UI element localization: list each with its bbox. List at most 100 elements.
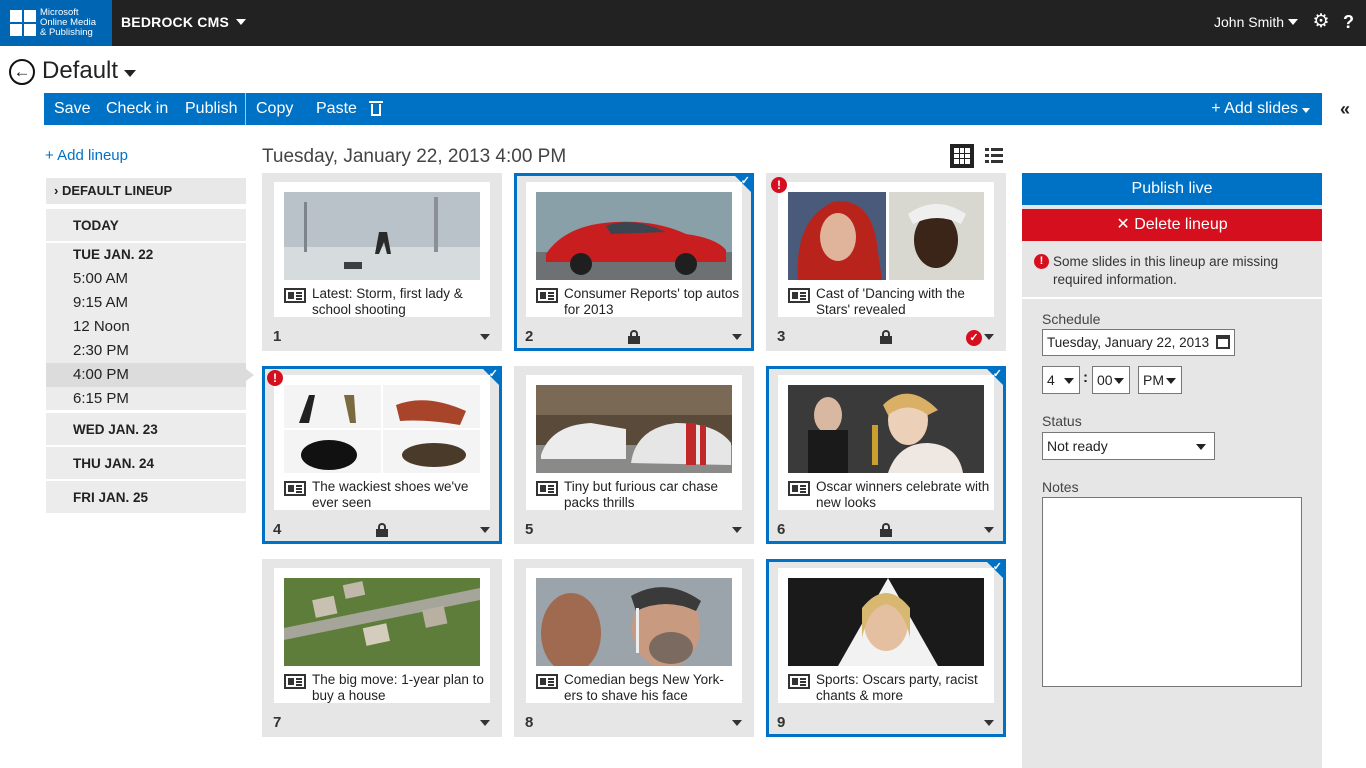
slide-card-selected[interactable]: ! ✓ The wackiest shoes we've ever seen 4 [262, 366, 502, 544]
day-header-thu[interactable]: THU JAN. 24 [46, 447, 246, 479]
article-icon [284, 288, 306, 303]
slide-card[interactable]: Tiny but furious car chase packs thrills… [514, 366, 754, 544]
chevron-down-icon[interactable] [732, 527, 742, 533]
calendar-icon[interactable] [1216, 335, 1230, 349]
slide-thumbnail [284, 385, 480, 473]
time-slot[interactable]: 12 Noon [46, 315, 246, 339]
check-in-button[interactable]: Check in [106, 100, 168, 118]
publish-live-button[interactable]: Publish live [1022, 173, 1322, 205]
slide-card-selected[interactable]: ✓ Oscar winners celebrate with new looks… [766, 366, 1006, 544]
warning-text: Some slides in this lineup are missing r… [1053, 254, 1279, 287]
day-header-today[interactable]: TODAY [46, 209, 246, 241]
user-name: John Smith [1214, 14, 1285, 30]
slide-thumbnail [284, 578, 480, 666]
app-switcher[interactable]: BEDROCK CMS [121, 14, 246, 30]
gear-icon[interactable]: ⚙ [1311, 12, 1331, 32]
day-header-fri[interactable]: FRI JAN. 25 [46, 481, 246, 513]
toolbar: Save Check in Publish Copy Paste + Add s… [44, 93, 1322, 125]
slide-caption: The wackiest shoes we've ever seen [312, 479, 469, 510]
schedule-date-field[interactable]: Tuesday, January 22, 2013 [1042, 329, 1235, 356]
chevron-down-icon[interactable] [984, 720, 994, 726]
add-slides-label: + Add slides [1211, 100, 1298, 117]
article-icon [788, 674, 810, 689]
lock-icon [376, 523, 388, 537]
user-menu[interactable]: John Smith [1214, 14, 1299, 30]
hour-select[interactable]: 4 [1042, 366, 1080, 394]
time-slot-selected[interactable]: 4:00 PM [46, 363, 254, 387]
article-icon [536, 674, 558, 689]
slide-card-selected[interactable]: ✓ Sports: Oscars party, racist chants & … [766, 559, 1006, 737]
chevron-down-icon[interactable] [480, 527, 490, 533]
chevron-down-icon[interactable] [732, 720, 742, 726]
publish-button[interactable]: Publish [185, 100, 237, 118]
error-icon: ! [771, 177, 787, 193]
delete-lineup-button[interactable]: ✕ Delete lineup [1022, 209, 1322, 241]
lock-icon [628, 330, 640, 344]
slide-card-selected[interactable]: ✓ Consumer Reports' top autos for 2013 2 [514, 173, 754, 351]
chevron-down-icon [1064, 378, 1074, 384]
page-title-dropdown[interactable]: Default [42, 57, 137, 85]
copy-button[interactable]: Copy [256, 100, 293, 118]
slide-card[interactable]: Comedian begs New York-ers to shave his … [514, 559, 754, 737]
day-group-wed: WED JAN. 23 [46, 413, 246, 445]
lineup-header[interactable]: › DEFAULT LINEUP [46, 178, 246, 204]
article-icon [284, 674, 306, 689]
status-select[interactable]: Not ready [1042, 432, 1215, 460]
chevron-down-icon [1166, 378, 1176, 384]
time-slot[interactable]: 9:15 AM [46, 291, 246, 315]
slide-card[interactable]: Latest: Storm, first lady & school shoot… [262, 173, 502, 351]
slide-number: 2 [525, 328, 534, 345]
ampm-select[interactable]: PM [1138, 366, 1182, 394]
back-arrow-icon[interactable]: ← [9, 59, 35, 85]
approved-check-icon: ✓ [966, 330, 982, 346]
app-name: BEDROCK CMS [121, 14, 229, 30]
chevron-down-icon[interactable] [480, 334, 490, 340]
chevron-down-icon [1114, 378, 1124, 384]
day-header-tue[interactable]: TUE JAN. 22 [46, 243, 246, 267]
chevron-down-icon[interactable] [984, 334, 994, 340]
add-lineup-link[interactable]: + Add lineup [45, 147, 128, 164]
slide-card[interactable]: ! Cast of 'Dancing with the Stars' revea… [766, 173, 1006, 351]
schedule-label: Schedule [1042, 311, 1101, 327]
time-slot[interactable]: 6:15 PM [46, 387, 246, 411]
minute-value: 00 [1097, 372, 1113, 388]
chevron-down-icon [1302, 108, 1310, 113]
slide-caption: Tiny but furious car chase packs thrills [564, 479, 719, 510]
brand-text: Microsoft Online Media & Publishing [40, 7, 96, 38]
error-icon: ! [1034, 254, 1049, 269]
slide-caption: Consumer Reports' top autos for 2013 [564, 286, 740, 317]
paste-button[interactable]: Paste [316, 100, 357, 118]
add-slides-button[interactable]: + Add slides [1211, 100, 1310, 118]
grid-view-icon[interactable] [950, 144, 974, 168]
slide-card[interactable]: The big move: 1-year plan to buy a house… [262, 559, 502, 737]
article-icon [536, 481, 558, 496]
slide-number: 6 [777, 521, 786, 538]
list-view-icon[interactable] [985, 148, 1003, 164]
chevron-down-icon[interactable] [732, 334, 742, 340]
day-header-wed[interactable]: WED JAN. 23 [46, 413, 246, 445]
time-slot[interactable]: 2:30 PM [46, 339, 246, 363]
lineup-date-heading: Tuesday, January 22, 2013 4:00 PM [262, 146, 567, 167]
slide-caption: Sports: Oscars party, racist chants & mo… [816, 672, 978, 703]
microsoft-brand-logo[interactable]: Microsoft Online Media & Publishing [0, 0, 112, 46]
toolbar-divider [245, 93, 246, 125]
help-icon[interactable]: ? [1343, 12, 1354, 33]
ampm-value: PM [1143, 372, 1164, 388]
lock-icon [880, 330, 892, 344]
slide-thumbnail [284, 192, 480, 280]
chevron-down-icon[interactable] [984, 527, 994, 533]
day-group-today: TODAY [46, 209, 246, 241]
article-icon [536, 288, 558, 303]
collapse-panel-icon[interactable]: « [1340, 99, 1350, 120]
notes-textarea[interactable] [1042, 497, 1302, 687]
page-title: Default [42, 57, 119, 84]
slide-number: 5 [525, 521, 534, 538]
chevron-down-icon[interactable] [480, 720, 490, 726]
save-button[interactable]: Save [54, 100, 90, 118]
lineup-name: DEFAULT LINEUP [61, 183, 173, 198]
time-slot[interactable]: 5:00 AM [46, 267, 246, 291]
minute-select[interactable]: 00 [1092, 366, 1130, 394]
trash-icon[interactable] [369, 101, 383, 116]
slide-number: 1 [273, 328, 282, 345]
slide-thumbnail [536, 385, 732, 473]
